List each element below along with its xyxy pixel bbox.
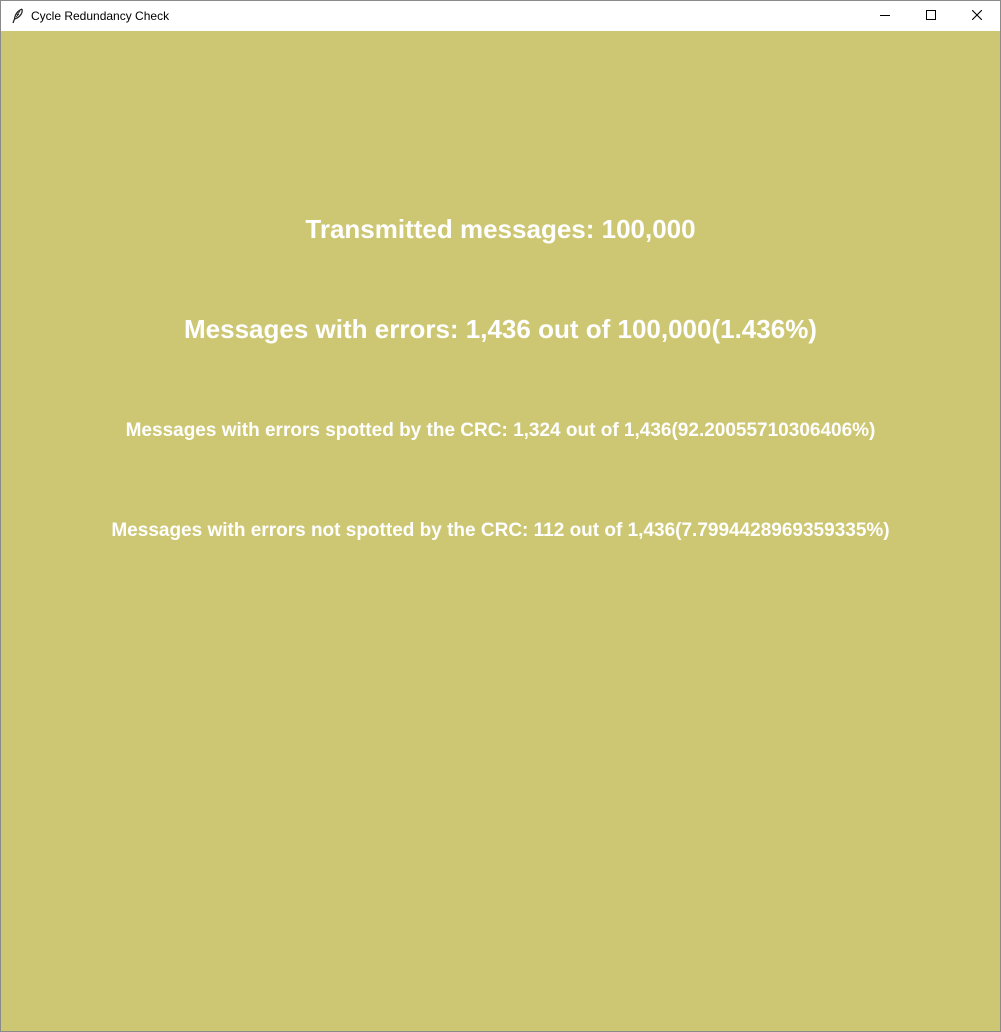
transmitted-messages-label: Transmitted messages: 100,000	[305, 214, 696, 244]
app-window: Cycle Redundancy Check Transmitted messa…	[0, 0, 1001, 1032]
window-controls	[862, 1, 1000, 31]
results-panel: Transmitted messages: 100,000 Messages w…	[1, 31, 1000, 1031]
minimize-button[interactable]	[862, 1, 908, 31]
errors-spotted-label: Messages with errors spotted by the CRC:…	[125, 420, 876, 441]
errors-not-spotted-label: Messages with errors not spotted by the …	[111, 520, 890, 541]
maximize-button[interactable]	[908, 1, 954, 31]
minimize-icon	[880, 7, 890, 25]
title-bar[interactable]: Cycle Redundancy Check	[1, 1, 1000, 31]
feather-icon	[10, 8, 26, 24]
messages-with-errors-label: Messages with errors: 1,436 out of 100,0…	[184, 314, 817, 344]
maximize-icon	[926, 7, 936, 25]
close-icon	[971, 7, 983, 25]
close-button[interactable]	[954, 1, 1000, 31]
window-title: Cycle Redundancy Check	[31, 9, 170, 23]
